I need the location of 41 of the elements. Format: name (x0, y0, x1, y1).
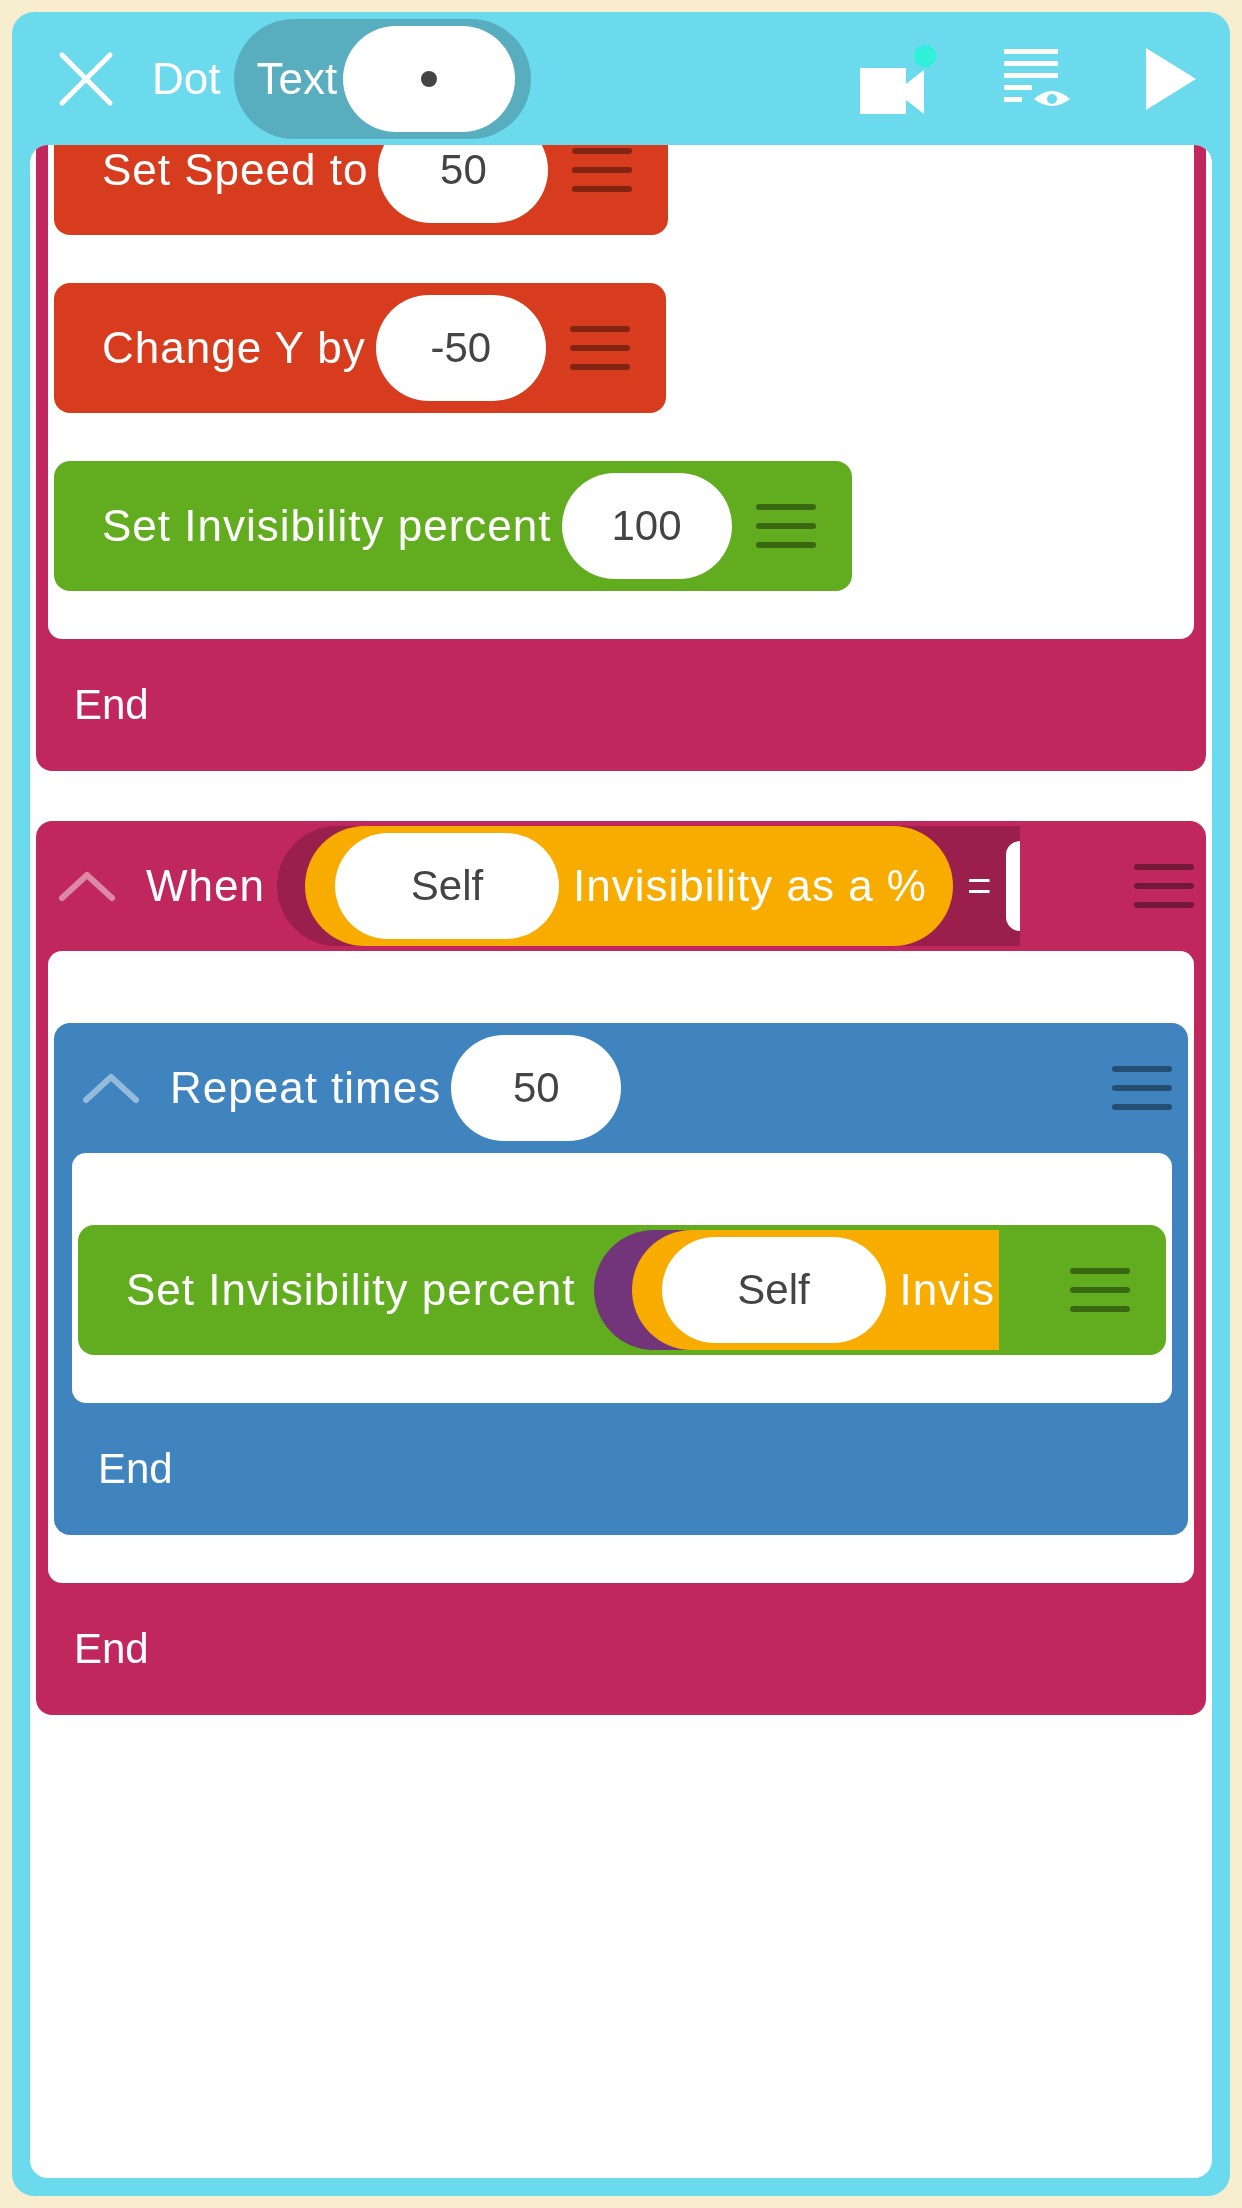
block-label: Set Invisibility percent (126, 1265, 576, 1315)
comparison-block[interactable]: Self Invisibility as a % = (276, 826, 1020, 946)
value-slot[interactable] (1005, 841, 1020, 931)
property-label: Invis (899, 1265, 995, 1315)
play-icon[interactable] (1146, 47, 1196, 110)
chevron-up-icon[interactable] (58, 870, 116, 902)
value-field[interactable]: 50 (451, 1035, 622, 1141)
target-slot[interactable]: Self (334, 833, 559, 939)
block-label: When (146, 861, 265, 911)
drag-handle-icon[interactable] (1134, 864, 1194, 908)
block-label: Change Y by (102, 323, 366, 373)
value-field[interactable]: 100 (561, 473, 732, 579)
video-camera-icon[interactable] (858, 43, 938, 114)
command-block[interactable]: Set Invisibility percent Self Invis (78, 1225, 1166, 1355)
sprite-name: Dot (152, 53, 221, 104)
drag-handle-icon[interactable] (1112, 1066, 1172, 1110)
command-block[interactable]: Change Y by -50 (54, 283, 666, 413)
container-block[interactable]: Set Speed to 50 Change Y by -50 Set Invisibility percent 100 End (36, 145, 1206, 771)
drag-handle-icon[interactable] (569, 326, 630, 370)
container-block[interactable]: Repeat times 50 Set Invisibility percent Self Invis End (54, 1023, 1188, 1535)
drag-handle-icon[interactable] (572, 148, 633, 192)
close-icon[interactable] (58, 50, 114, 107)
end-label: End (73, 1624, 150, 1674)
property-label: Invisibility as a % (572, 861, 927, 911)
drag-handle-icon[interactable] (755, 504, 816, 548)
end-label: End (97, 1444, 174, 1494)
value-field[interactable]: 50 (378, 145, 549, 223)
chevron-up-icon[interactable] (82, 1072, 140, 1104)
command-block[interactable]: Set Invisibility percent 100 (54, 461, 852, 591)
property-block[interactable]: Self Invisibility as a % (304, 826, 953, 946)
block-label: Repeat times (170, 1063, 442, 1113)
container-block[interactable]: When Self Invisibility as a % = Repeat times 50 Set Invisibility percent Self Invis End End (36, 821, 1206, 1715)
block-label: Set Invisibility percent (102, 501, 552, 551)
end-label: End (73, 680, 150, 730)
block-label: Set Speed to (102, 145, 369, 195)
dot-icon (421, 70, 438, 87)
value-field[interactable]: -50 (375, 295, 546, 401)
target-slot[interactable]: Self (661, 1237, 886, 1343)
command-block[interactable]: Set Speed to 50 (54, 145, 669, 235)
drag-handle-icon[interactable] (1070, 1268, 1130, 1312)
operator-label: = (966, 862, 992, 910)
